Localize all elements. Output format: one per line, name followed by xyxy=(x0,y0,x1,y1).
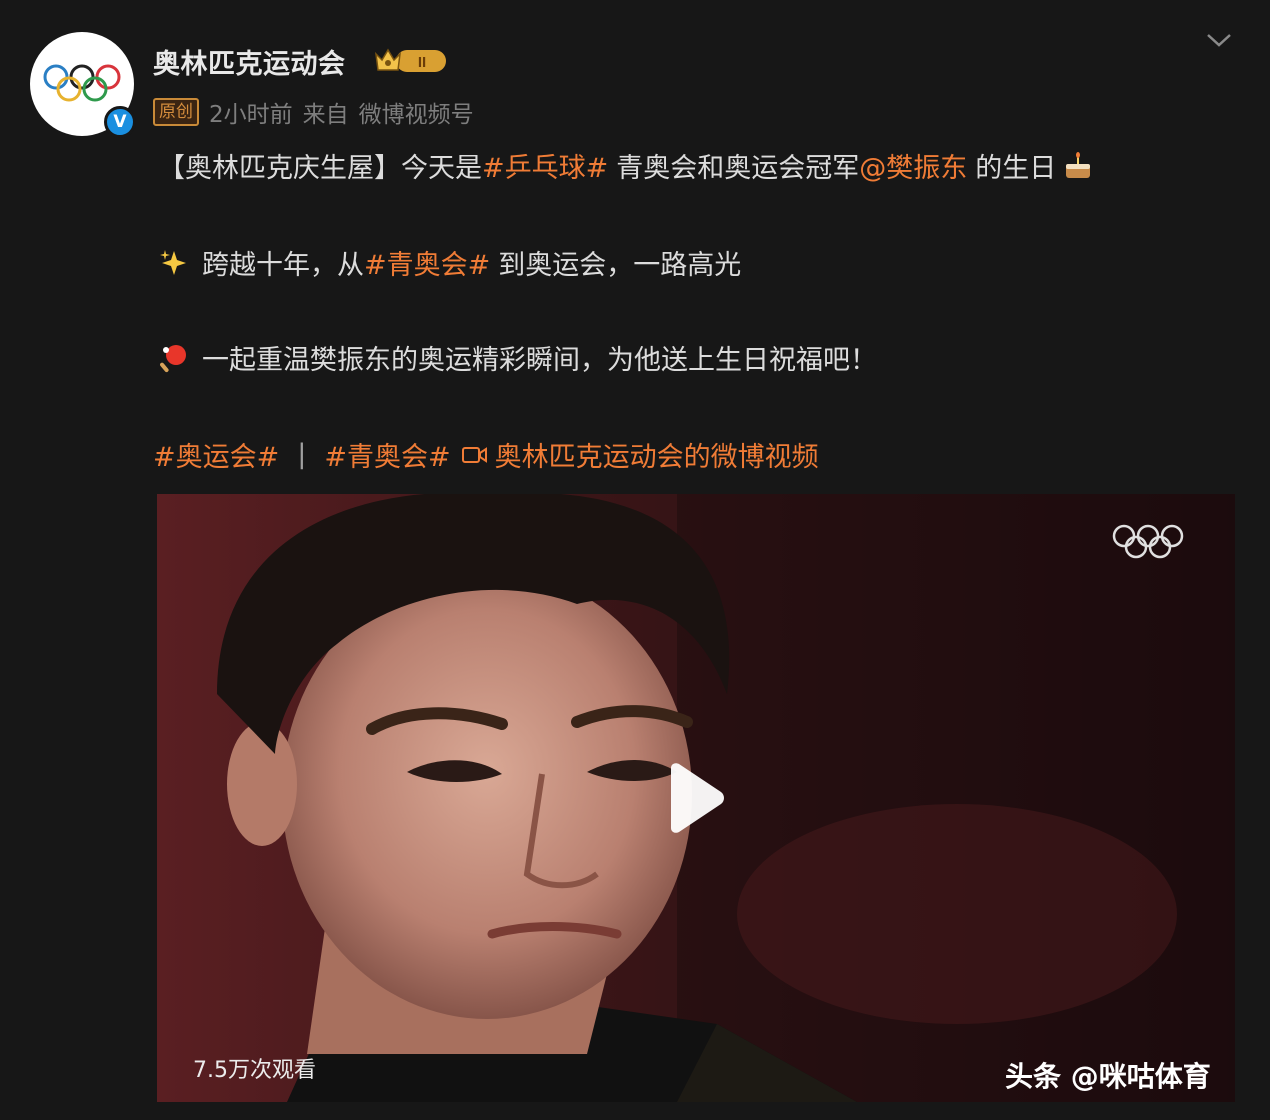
tags-line: #奥运会# | #青奥会# 奥林匹克运动会的微博视频 xyxy=(153,435,819,474)
hashtag-youth-olympics-2[interactable]: #青奥会# xyxy=(324,435,450,474)
play-icon[interactable] xyxy=(663,762,727,838)
chevron-down-icon[interactable] xyxy=(1205,30,1233,54)
line1-mid: 青奥会和奥运会冠军 xyxy=(616,153,860,184)
vip-crown-icon[interactable]: II xyxy=(372,44,448,80)
source-prefix: 来自 xyxy=(302,102,349,128)
line2-text2: 到奥运会，一路高光 xyxy=(498,250,742,281)
hashtag-pingpong[interactable]: #乒乓球# xyxy=(482,146,608,185)
hashtag-youth-olympics[interactable]: #青奥会# xyxy=(364,243,490,282)
line1-prefix: 【奥林匹克庆生屋】今天是 xyxy=(158,153,482,184)
mention-fanzhendong[interactable]: @樊振东 xyxy=(859,146,967,185)
content-line-1: 【奥林匹克庆生屋】今天是 #乒乓球# 青奥会和奥运会冠军 @樊振东 的生日 xyxy=(158,146,1094,185)
original-tag: 原创 xyxy=(153,98,199,126)
line2-text1: 跨越十年，从 xyxy=(202,250,364,281)
post-meta: 原创 2小时前 来自 微博视频号 xyxy=(153,95,474,129)
line1-suffix: 的生日 xyxy=(975,153,1057,184)
ping-pong-icon xyxy=(158,342,190,374)
sparkles-icon xyxy=(158,247,190,279)
content-line-3: 一起重温樊振东的奥运精彩瞬间，为他送上生日祝福吧！ xyxy=(158,338,877,377)
watermark: 头条 @咪咕体育 xyxy=(1005,1060,1211,1093)
cake-icon xyxy=(1062,150,1094,182)
line3-text: 一起重温樊振东的奥运精彩瞬间，为他送上生日祝福吧！ xyxy=(202,345,877,376)
post-time: 2小时前 xyxy=(209,102,293,128)
video-link[interactable]: 奥林匹克运动会的微博视频 xyxy=(461,435,819,474)
olympic-rings-watermark-icon xyxy=(1110,522,1190,566)
video-link-icon xyxy=(461,446,487,463)
username[interactable]: 奥林匹克运动会 xyxy=(153,42,346,81)
video-link-label: 奥林匹克运动会的微博视频 xyxy=(494,442,819,473)
post-source[interactable]: 微博视频号 xyxy=(359,95,474,129)
content-line-2: 跨越十年，从 #青奥会# 到奥运会，一路高光 xyxy=(158,243,741,282)
verified-icon: V xyxy=(104,106,136,138)
svg-text:II: II xyxy=(418,54,426,71)
video-view-count: 7.5万次观看 xyxy=(193,1058,316,1083)
tags-divider: | xyxy=(297,439,307,470)
hashtag-olympics[interactable]: #奥运会# xyxy=(153,435,279,474)
